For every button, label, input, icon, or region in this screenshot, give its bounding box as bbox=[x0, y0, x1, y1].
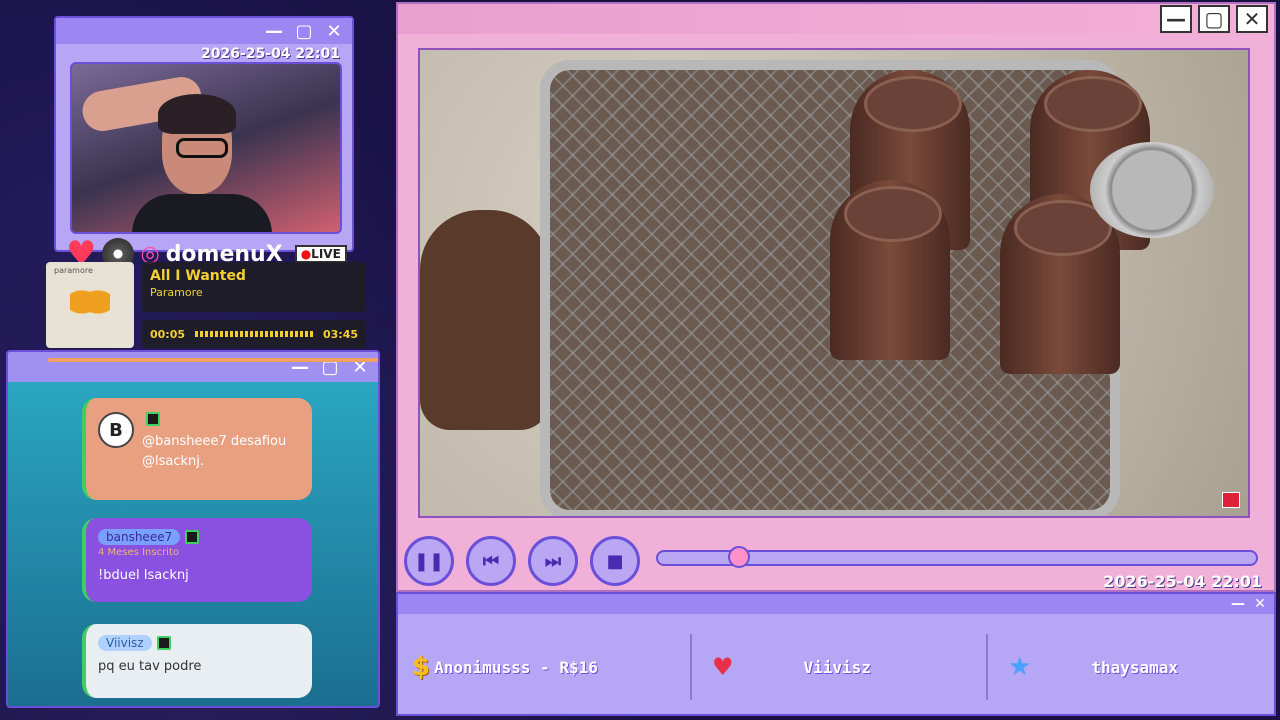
live-badge: ●LIVE bbox=[294, 245, 347, 263]
alerts-window: — ✕ $ Anonimusss - R$16 ♥ Viivisz ★ thay… bbox=[396, 592, 1276, 716]
track-elapsed: 00:05 bbox=[150, 327, 186, 341]
chat-message: Viivisz pq eu tav podre bbox=[82, 624, 312, 698]
follower-alert: ♥ Viivisz bbox=[698, 632, 988, 702]
track-progress-bar bbox=[195, 331, 313, 337]
chat-username: Viivisz bbox=[98, 635, 152, 651]
pause-icon: ❚❚ bbox=[413, 550, 445, 572]
video-titlebar: — ▢ ✕ bbox=[398, 4, 1274, 34]
track-title: All I Wanted bbox=[150, 268, 246, 284]
follower-text: Viivisz bbox=[803, 657, 871, 677]
chat-window: — ▢ ✕ B @bansheee7 desafiou @lsacknj. ba… bbox=[6, 350, 380, 708]
heart-icon: ♥ bbox=[712, 653, 734, 681]
video-hand bbox=[420, 210, 550, 430]
chat-message: bansheee7 4 Meses Inscrito !bduel Isackn… bbox=[82, 518, 312, 602]
close-icon[interactable]: ✕ bbox=[1236, 5, 1268, 33]
chat-message-text: !bduel Isacknj bbox=[98, 568, 189, 583]
video-lid bbox=[1090, 142, 1214, 238]
next-icon: ⏭ bbox=[544, 550, 562, 572]
seek-bar[interactable] bbox=[656, 546, 1258, 568]
minimize-icon[interactable]: — bbox=[262, 20, 286, 42]
verified-badge-icon bbox=[146, 412, 160, 426]
donation-alert: $ Anonimusss - R$16 bbox=[412, 632, 688, 702]
record-icon bbox=[1222, 492, 1240, 508]
bot-avatar: B bbox=[98, 412, 134, 448]
chat-message-text: @bansheee7 desafiou @lsacknj. bbox=[142, 434, 287, 469]
maximize-icon[interactable]: ▢ bbox=[292, 20, 316, 42]
live-label: LIVE bbox=[311, 247, 341, 261]
track-artist: Paramore bbox=[150, 286, 203, 299]
chat-message-text: pq eu tav podre bbox=[98, 659, 202, 674]
webcam-feed bbox=[70, 62, 342, 234]
video-cup bbox=[830, 180, 950, 360]
chat-username: bansheee7 bbox=[98, 529, 181, 545]
webcam-glasses bbox=[176, 138, 228, 158]
star-icon: ★ bbox=[1008, 652, 1032, 682]
album-label: paramore bbox=[54, 266, 93, 275]
album-art: paramore bbox=[46, 262, 134, 348]
webcam-hair bbox=[158, 94, 236, 134]
previous-icon: ⏮ bbox=[482, 550, 500, 572]
verified-badge-icon bbox=[156, 635, 171, 650]
divider bbox=[986, 634, 988, 700]
video-window: — ▢ ✕ ❚❚ ⏮ ⏭ ■ 2026-25-04 22:01 bbox=[396, 2, 1276, 592]
previous-button[interactable]: ⏮ bbox=[466, 536, 516, 586]
playback-controls: ❚❚ ⏮ ⏭ ■ bbox=[404, 536, 640, 586]
webcam-window: — ▢ ✕ 2026-25-04 22:01 bbox=[54, 16, 354, 252]
alerts-titlebar: — ✕ bbox=[398, 594, 1274, 614]
chat-message: B @bansheee7 desafiou @lsacknj. bbox=[82, 398, 312, 500]
verified-badge-icon bbox=[185, 529, 200, 544]
pause-button[interactable]: ❚❚ bbox=[404, 536, 454, 586]
donation-text: Anonimusss - R$16 bbox=[434, 657, 598, 677]
video-timestamp: 2026-25-04 22:01 bbox=[1103, 572, 1262, 591]
stop-button[interactable]: ■ bbox=[590, 536, 640, 586]
stop-icon: ■ bbox=[606, 550, 624, 572]
minimize-icon[interactable]: — bbox=[1230, 596, 1246, 612]
track-progress: 00:05 03:45 bbox=[142, 320, 366, 348]
video-basket bbox=[540, 60, 1150, 516]
divider bbox=[690, 634, 692, 700]
chat-progress-bar bbox=[48, 358, 378, 362]
webcam-shirt bbox=[132, 194, 272, 232]
dollar-icon: $ bbox=[412, 652, 431, 682]
seek-handle[interactable] bbox=[727, 546, 750, 568]
video-cup bbox=[1000, 194, 1120, 374]
maximize-icon[interactable]: ▢ bbox=[1198, 5, 1230, 33]
subscriber-text: thaysamax bbox=[1091, 657, 1179, 677]
close-icon[interactable]: ✕ bbox=[322, 20, 346, 42]
butterfly-icon bbox=[70, 282, 110, 322]
webcam-titlebar: — ▢ ✕ bbox=[56, 18, 352, 44]
chat-subscriber-badge: 4 Meses Inscrito bbox=[98, 547, 179, 558]
live-dot-icon: ● bbox=[300, 247, 312, 261]
next-button[interactable]: ⏭ bbox=[528, 536, 578, 586]
minimize-icon[interactable]: — bbox=[1160, 5, 1192, 33]
subscriber-alert: ★ thaysamax bbox=[994, 632, 1274, 702]
chat-titlebar: — ▢ ✕ bbox=[8, 352, 378, 382]
close-icon[interactable]: ✕ bbox=[1252, 596, 1268, 612]
webcam-timestamp: 2026-25-04 22:01 bbox=[201, 46, 340, 62]
track-duration: 03:45 bbox=[322, 327, 358, 341]
track-info: All I Wanted Paramore bbox=[142, 262, 366, 312]
video-player[interactable] bbox=[418, 48, 1250, 518]
